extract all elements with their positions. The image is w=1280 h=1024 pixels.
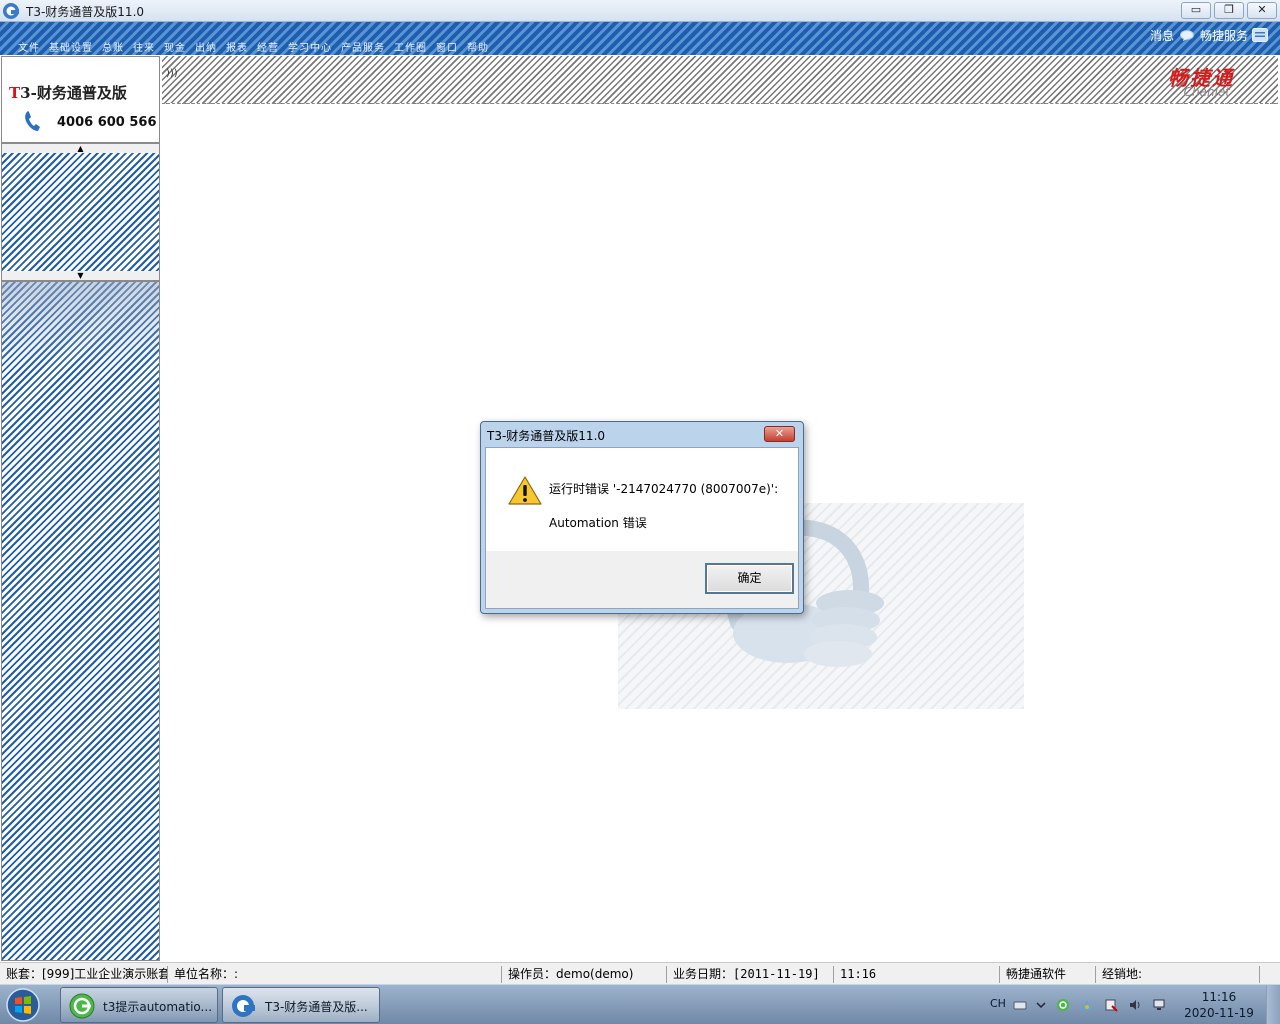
- chat-bubble-icon: [1179, 29, 1194, 41]
- clock-date: 2020-11-19: [1184, 1006, 1254, 1020]
- dialog-title: T3-财务通普及版11.0: [487, 429, 606, 443]
- menu-window[interactable]: 窗口: [436, 43, 458, 55]
- error-dialog: T3-财务通普及版11.0 ✕ 运行时错误 '-2147024770 (8007…: [480, 421, 804, 614]
- service-link[interactable]: 畅捷服务: [1200, 27, 1248, 44]
- menu-work-circle[interactable]: 工作圈: [394, 43, 427, 55]
- menu-learning-center[interactable]: 学习中心: [288, 43, 332, 55]
- ok-button[interactable]: 确定: [706, 564, 793, 593]
- show-desktop-button[interactable]: [1266, 985, 1280, 1024]
- action-center-icon[interactable]: [1104, 998, 1118, 1012]
- status-account: 账套：[999]工业企业演示账套: [0, 966, 168, 983]
- system-clock[interactable]: 11:16 2020-11-19: [1176, 989, 1262, 1021]
- dialog-close-button[interactable]: ✕: [764, 426, 795, 442]
- product-logo-panel: T3-财务通普及版 4006 600 566: [1, 56, 160, 143]
- input-language[interactable]: CH: [990, 997, 1006, 1010]
- warning-icon: [508, 476, 542, 505]
- workspace-header: ))) 畅捷通 Chanjet: [162, 56, 1278, 104]
- messages-link[interactable]: 消息: [1150, 27, 1174, 44]
- splitter-handle-icon[interactable]: ))): [166, 68, 178, 79]
- status-unit: 单位名称：:: [168, 966, 502, 983]
- browser-icon: [69, 993, 95, 1019]
- status-time: 11:16: [834, 966, 1000, 983]
- status-business-date: 业务日期：[2011-11-19]: [667, 966, 834, 983]
- error-detail: Automation 错误: [549, 516, 647, 530]
- security-tray-icon[interactable]: [1080, 998, 1094, 1012]
- status-operator: 操作员：demo(demo): [502, 966, 667, 983]
- volume-icon[interactable]: [1128, 998, 1142, 1012]
- taskbar-item-t3[interactable]: T3-财务通普及版...: [222, 987, 380, 1023]
- menu-help[interactable]: 帮助: [467, 43, 489, 55]
- start-button-icon[interactable]: [3, 987, 43, 1023]
- title-bar: T3-财务通普及版11.0 ▭ ❐ ✕: [0, 0, 1280, 22]
- taskbar-item-label: t3提示automatio...: [103, 1000, 213, 1014]
- service-panel-icon[interactable]: [1252, 28, 1268, 42]
- taskbar-item-label: T3-财务通普及版...: [265, 1000, 368, 1014]
- status-dealer: 经销地:: [1096, 966, 1260, 983]
- error-message: 运行时错误 '-2147024770 (8007007e)':: [549, 482, 779, 496]
- scroll-up-arrow-icon[interactable]: ▲: [2, 144, 159, 153]
- menu-cash[interactable]: 现金: [164, 43, 186, 55]
- menu-general-ledger[interactable]: 总账: [102, 43, 124, 55]
- menu-operations[interactable]: 经营: [257, 43, 279, 55]
- top-links: 消息 畅捷服务: [1150, 27, 1248, 44]
- menu-reports[interactable]: 报表: [226, 43, 248, 55]
- product-brand: T3-财务通普及版: [9, 84, 127, 102]
- chanjet-logo: 畅捷通 Chanjet: [1168, 66, 1234, 99]
- scroll-down-arrow-icon[interactable]: ▼: [2, 271, 159, 280]
- menu-receivables[interactable]: 往来: [133, 43, 155, 55]
- menu-cashier[interactable]: 出纳: [195, 43, 217, 55]
- menu-basic-settings[interactable]: 基础设置: [49, 43, 93, 55]
- minimize-button[interactable]: ▭: [1181, 2, 1211, 19]
- support-phone: 4006 600 566: [57, 115, 157, 130]
- window-title: T3-财务通普及版11.0: [26, 5, 145, 19]
- status-bar: 账套：[999]工业企业演示账套 单位名称：: 操作员：demo(demo) 业…: [0, 962, 1280, 984]
- phone-icon: [25, 111, 40, 131]
- network-icon[interactable]: [1152, 998, 1166, 1012]
- app-icon: [3, 3, 19, 19]
- restore-button[interactable]: ❐: [1214, 2, 1244, 19]
- navigation-lower-panel: [1, 281, 160, 961]
- browser-tray-icon[interactable]: [1056, 998, 1070, 1012]
- taskbar-item-browser[interactable]: t3提示automatio...: [60, 987, 218, 1023]
- dialog-footer: 确定: [486, 551, 798, 608]
- menu-file[interactable]: 文件: [18, 43, 40, 55]
- status-vendor: 畅捷通软件: [1000, 966, 1096, 983]
- menu-bar: 文件 基础设置 总账 往来 现金 出纳 报表 经营 学习中心 产品服务 工作圈 …: [0, 22, 1280, 55]
- menu-items: 文件 基础设置 总账 往来 现金 出纳 报表 经营 学习中心 产品服务 工作圈 …: [18, 43, 489, 55]
- taskbar: t3提示automatio... T3-财务通普及版... CH 11:16 2…: [0, 984, 1280, 1024]
- close-button[interactable]: ✕: [1247, 2, 1277, 19]
- keyboard-icon[interactable]: [1013, 998, 1027, 1012]
- navigation-panel[interactable]: ▲ ▼: [1, 143, 160, 281]
- dialog-body: 运行时错误 '-2147024770 (8007007e)': Automati…: [485, 447, 799, 609]
- show-hidden-icons-icon[interactable]: [1034, 998, 1048, 1012]
- menu-product-service[interactable]: 产品服务: [341, 43, 385, 55]
- t3-app-icon: [232, 995, 255, 1017]
- clock-time: 11:16: [1201, 990, 1237, 1004]
